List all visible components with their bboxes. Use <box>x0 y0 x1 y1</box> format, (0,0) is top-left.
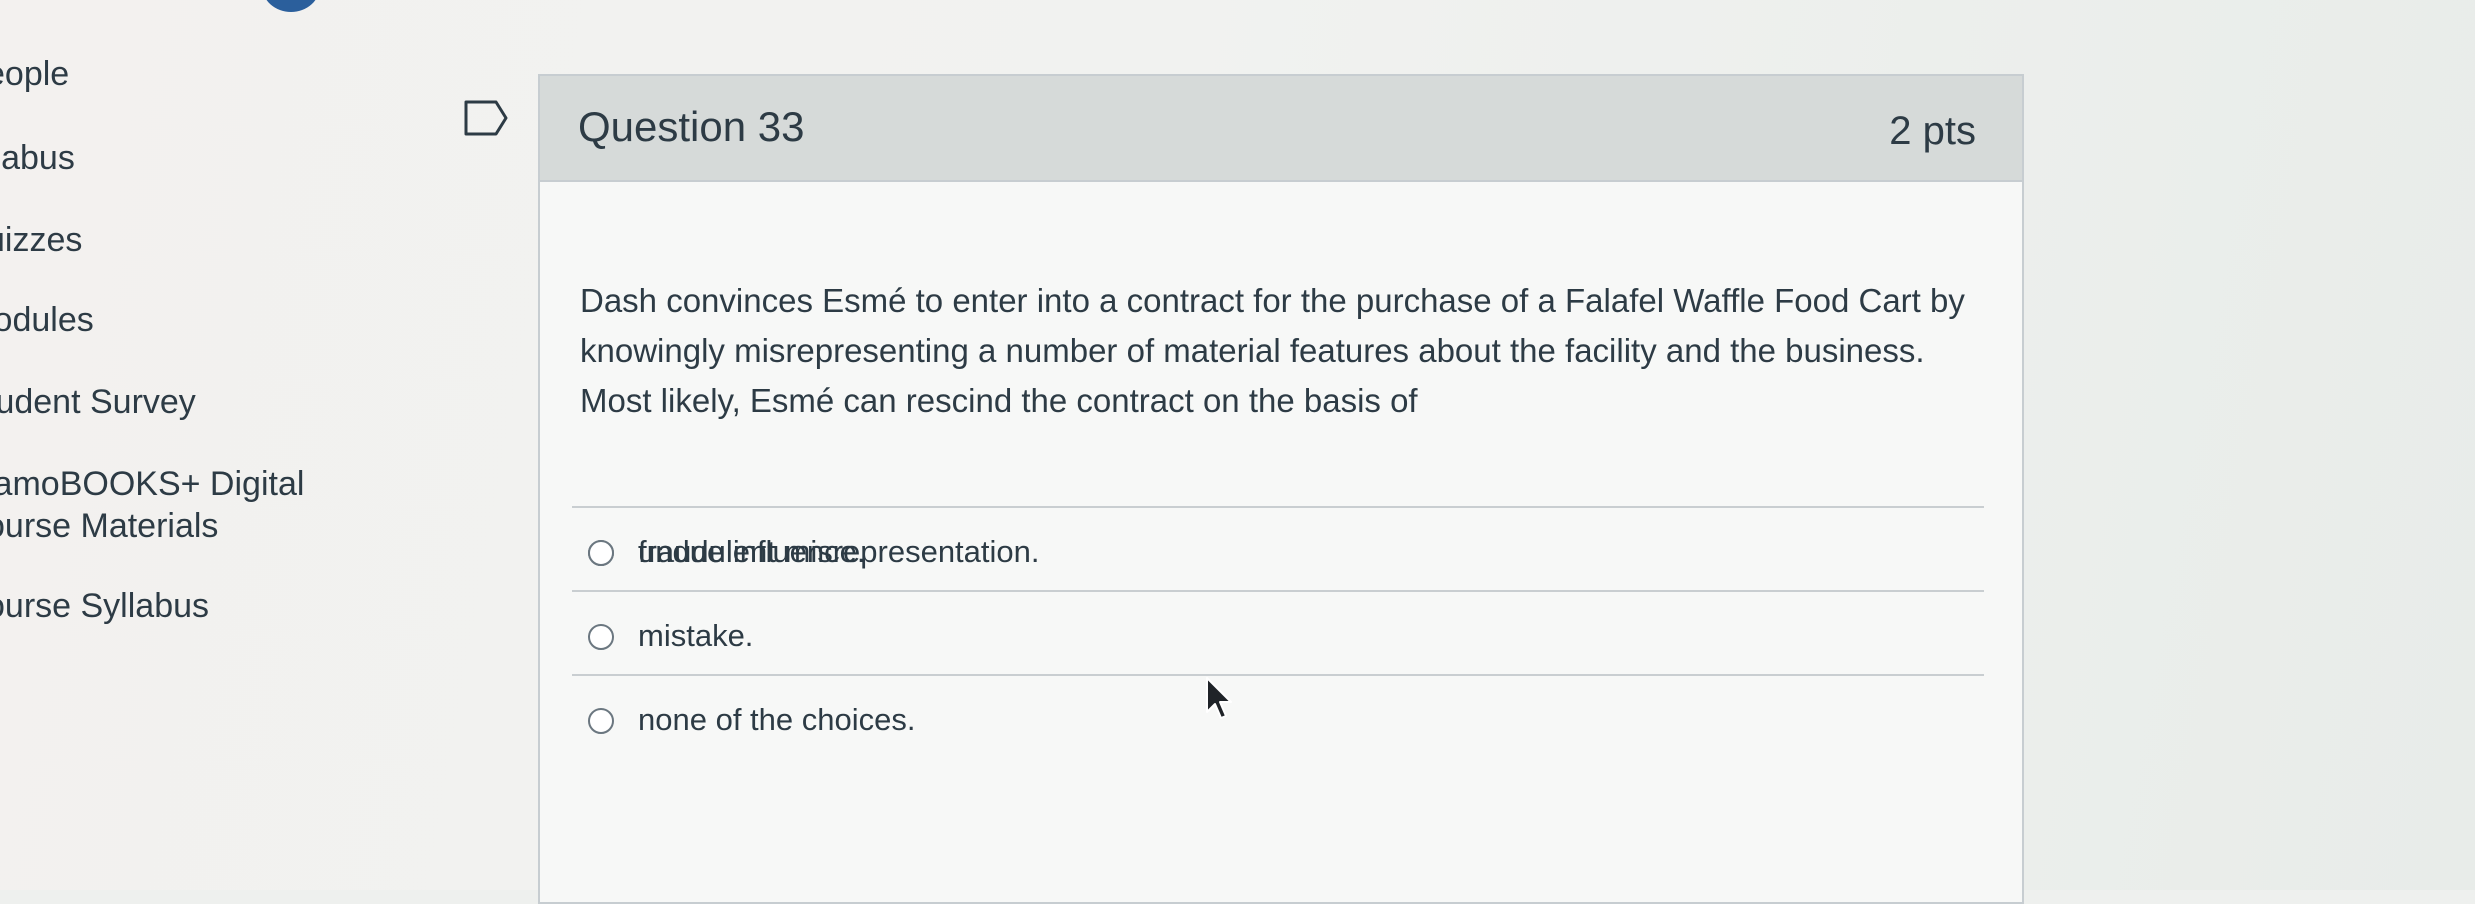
answer-label: none of the choices. <box>638 702 916 737</box>
course-navigation: eople llabus uizzes lodules tudent Surve… <box>0 0 420 890</box>
nav-link-student-survey[interactable]: tudent Survey <box>0 380 196 424</box>
question-card: Question 33 2 pts Dash convinces Esmé to… <box>538 74 2024 904</box>
nav-link-digital-course-materials-line2[interactable]: ourse Materials <box>0 504 218 548</box>
question-title: Question 33 <box>578 103 805 150</box>
radio-button-icon[interactable] <box>588 708 614 734</box>
mouse-pointer-icon <box>1205 676 1235 727</box>
nav-link-digital-course-materials[interactable]: lamoBOOKS+ Digital <box>0 462 304 506</box>
flag-question-icon[interactable] <box>462 98 510 143</box>
question-header: Question 33 2 pts <box>540 76 2022 182</box>
nav-link-syllabus[interactable]: llabus <box>0 136 75 180</box>
answer-label: undue influence. <box>638 534 866 569</box>
answer-list: fraudulent misrepresentation. undue infl… <box>572 506 1984 758</box>
question-points: 2 pts <box>1889 109 1976 153</box>
unread-count-badge <box>262 0 320 12</box>
answer-option[interactable]: undue influence. <box>572 506 1984 590</box>
answer-label: mistake. <box>638 618 754 653</box>
radio-button-icon[interactable] <box>588 624 614 650</box>
question-text: Dash convinces Esmé to enter into a cont… <box>580 282 1965 419</box>
nav-link-course-syllabus[interactable]: ourse Syllabus <box>0 584 209 628</box>
answer-option[interactable]: none of the choices. <box>572 674 1984 758</box>
flag-icon <box>464 100 508 136</box>
nav-link-people[interactable]: eople <box>0 52 69 96</box>
nav-link-quizzes[interactable]: uizzes <box>0 218 82 262</box>
radio-button-icon[interactable] <box>588 540 614 566</box>
answer-option[interactable]: mistake. <box>572 590 1984 674</box>
nav-link-modules[interactable]: lodules <box>0 298 94 342</box>
